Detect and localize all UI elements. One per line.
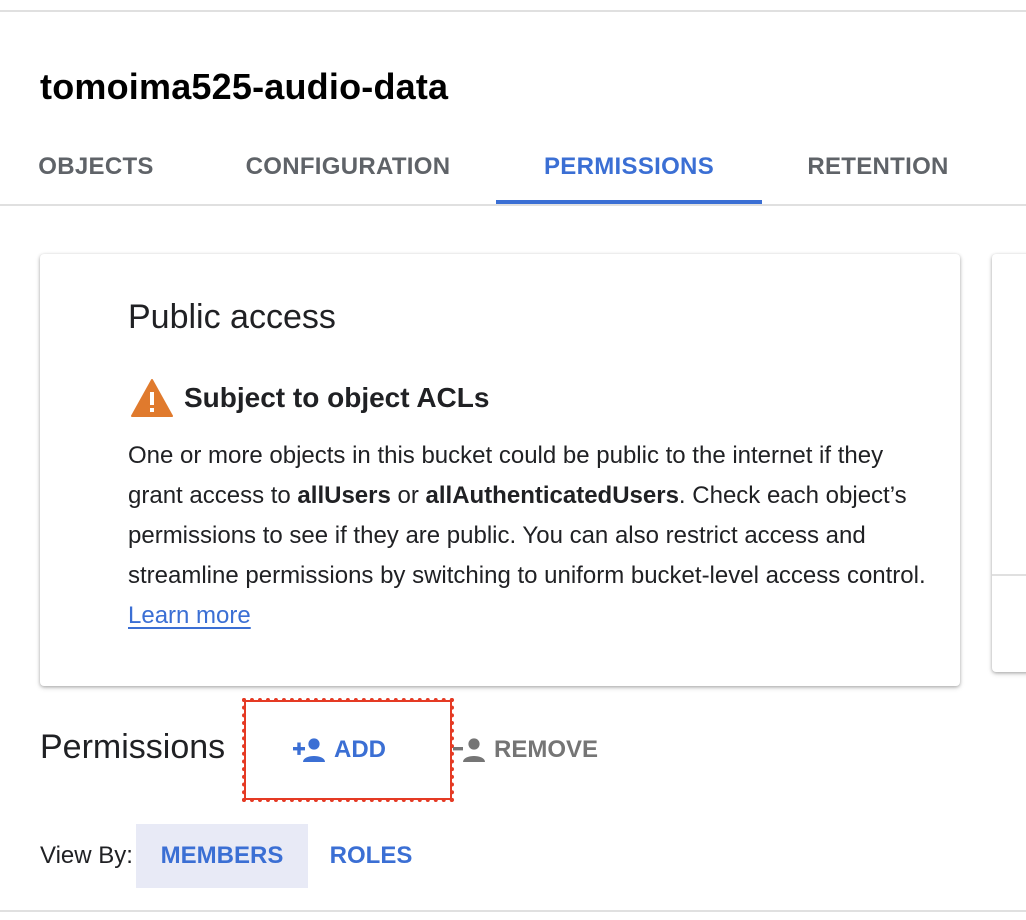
tab-objects[interactable]: OBJECTS xyxy=(38,130,153,204)
top-divider xyxy=(0,10,1026,12)
public-access-description: One or more objects in this bucket could… xyxy=(128,436,928,636)
all-authenticated-users-term: allAuthenticatedUsers xyxy=(425,482,679,509)
adjacent-card xyxy=(992,254,1026,672)
warning-row: Subject to object ACLs xyxy=(130,378,489,418)
view-by-members-button[interactable]: MEMBERS xyxy=(136,824,308,888)
active-tab-indicator xyxy=(496,200,762,204)
all-users-term: allUsers xyxy=(297,482,391,509)
page-title: tomoima525-audio-data xyxy=(40,66,449,107)
warning-triangle-icon xyxy=(131,379,173,417)
permissions-heading: Permissions xyxy=(40,728,226,766)
description-text: or xyxy=(390,482,426,509)
remove-button-label: REMOVE xyxy=(494,736,599,763)
adjacent-card-divider xyxy=(992,574,1026,576)
learn-more-link[interactable]: Learn more xyxy=(128,602,251,629)
tab-configuration[interactable]: CONFIGURATION xyxy=(246,130,450,204)
public-access-heading: Public access xyxy=(128,298,336,336)
tab-retention[interactable]: RETENTION xyxy=(807,130,948,204)
remove-permission-button[interactable]: REMOVE xyxy=(452,732,598,768)
view-by-label: View By: xyxy=(40,842,133,869)
person-remove-icon xyxy=(453,738,485,762)
tab-permissions[interactable]: PERMISSIONS xyxy=(496,130,762,204)
public-access-card: Public access Subject to object ACLs One… xyxy=(40,254,960,686)
tab-bar: OBJECTS CONFIGURATION PERMISSIONS RETENT… xyxy=(0,130,1026,206)
highlight-annotation xyxy=(242,698,454,802)
view-by-roles-button[interactable]: ROLES xyxy=(312,824,430,888)
bottom-divider xyxy=(0,910,1026,912)
warning-title: Subject to object ACLs xyxy=(184,382,490,413)
